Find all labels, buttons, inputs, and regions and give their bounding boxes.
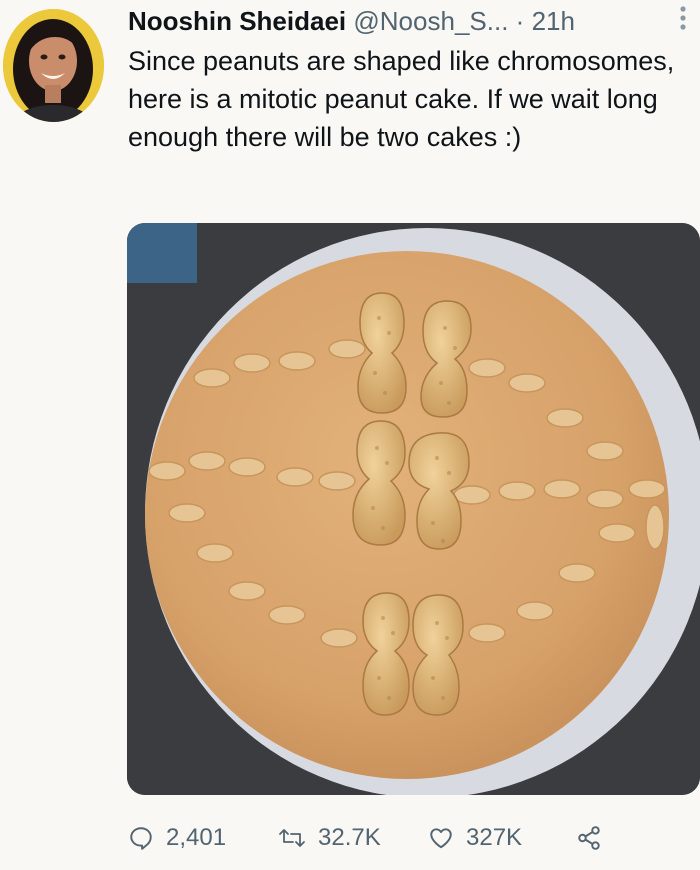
tweet-photo[interactable] [127,223,700,795]
share-icon [578,826,600,850]
tweet-actions: 2,401 32.7K 327K [128,816,688,860]
tweet-text: Since peanuts are shaped like chromosome… [128,46,675,152]
author-handle[interactable]: @Noosh_S... [353,6,508,36]
heart-icon [430,828,452,849]
like-button[interactable]: 327K [428,816,522,860]
retweet-icon [279,829,305,847]
avatar[interactable] [3,9,104,122]
separator-dot: · [515,6,525,36]
reply-icon [130,827,152,850]
avatar-image [3,9,104,122]
author-name[interactable]: Nooshin Sheidaei [128,6,346,36]
peanut-cake-photo [127,223,700,795]
tweet-header: Nooshin Sheidaei @Noosh_S... · 21h [128,4,688,38]
timestamp[interactable]: 21h [532,6,575,36]
share-button[interactable] [576,816,614,860]
like-count: 327K [466,824,523,851]
retweet-button[interactable]: 32.7K [278,816,381,860]
reply-button[interactable]: 2,401 [128,816,226,860]
reply-count: 2,401 [166,824,227,851]
more-options-icon[interactable] [676,4,690,34]
retweet-count: 32.7K [318,824,381,851]
